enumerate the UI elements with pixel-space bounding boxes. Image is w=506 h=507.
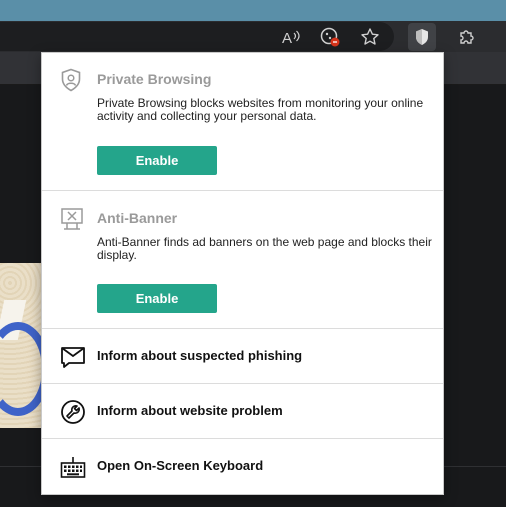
svg-text:A: A [282,30,292,46]
private-browsing-enable-button[interactable]: Enable [97,146,217,175]
extensions-puzzle-icon[interactable] [455,25,479,49]
private-browsing-shield-icon [60,68,84,92]
on-screen-keyboard-label: Open On-Screen Keyboard [97,458,264,473]
report-phishing-item[interactable]: Inform about suspected phishing [42,329,443,383]
kaspersky-shield-icon[interactable] [408,23,436,51]
kaspersky-popup: Private Browsing Private Browsing blocks… [41,52,444,495]
keyboard-icon [60,454,86,480]
report-phishing-label: Inform about suspected phishing [97,348,303,363]
private-browsing-section: Private Browsing Private Browsing blocks… [42,53,443,190]
anti-banner-description: Anti-Banner finds ad banners on the web … [97,235,432,262]
anti-banner-section: Anti-Banner Anti-Banner finds ad banners… [42,191,443,328]
private-browsing-title: Private Browsing [97,71,212,87]
wrench-icon [60,399,86,425]
window-titlebar [0,0,506,21]
private-browsing-description: Private Browsing blocks websites from mo… [97,96,424,123]
anti-banner-enable-button[interactable]: Enable [97,284,217,313]
envelope-icon [60,344,86,370]
read-aloud-icon[interactable]: A [279,25,303,49]
anti-banner-title: Anti-Banner [97,210,178,226]
tracking-prevention-icon[interactable] [318,25,342,49]
anti-banner-billboard-icon [60,207,84,231]
report-website-problem-label: Inform about website problem [97,403,283,418]
report-website-problem-item[interactable]: Inform about website problem [42,384,443,438]
favorites-star-icon[interactable] [358,25,382,49]
on-screen-keyboard-item[interactable]: Open On-Screen Keyboard [42,439,443,493]
